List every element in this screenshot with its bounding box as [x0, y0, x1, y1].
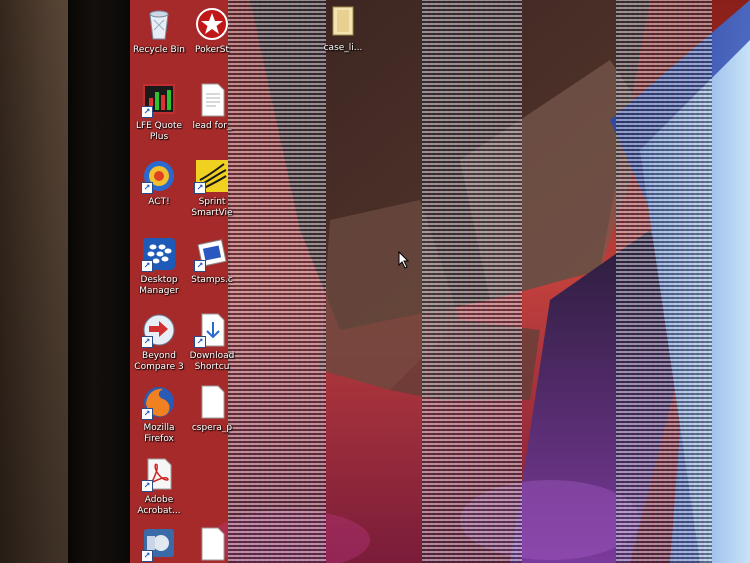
- icon-label-line2: Firefox: [144, 434, 174, 444]
- icon-download-shortcut[interactable]: ↗ Download Shortcu: [179, 312, 245, 373]
- corruption-band-3: [616, 0, 712, 563]
- icon-cspera-file[interactable]: cspera_p: [179, 384, 245, 434]
- blackberry-icon: ↗: [141, 236, 177, 272]
- icon-label-line2: Plus: [149, 132, 169, 142]
- icon-label-line2: Acrobat...: [137, 506, 181, 516]
- chart-app-icon: ↗: [141, 82, 177, 118]
- icon-label: PokerSt: [195, 45, 229, 55]
- folder-icon: [325, 4, 361, 40]
- sprint-icon: ↗: [194, 158, 230, 194]
- icon-blank-file[interactable]: [179, 526, 245, 562]
- shortcut-arrow-icon: ↗: [141, 260, 153, 272]
- icon-label-line2: SmartVie: [191, 208, 233, 218]
- corruption-band-2: [422, 0, 522, 563]
- icon-label: cspera_p: [191, 423, 233, 433]
- pokerstars-icon: [194, 6, 230, 42]
- desktop-screen: Recycle Bin ↗ LFE Quote Plus ↗ ACT! ↗ De…: [130, 0, 750, 563]
- icon-label-line2: Manager: [139, 286, 179, 296]
- shortcut-arrow-icon: ↗: [141, 336, 153, 348]
- photo-of-monitor: Recycle Bin ↗ LFE Quote Plus ↗ ACT! ↗ De…: [0, 0, 750, 563]
- shortcut-arrow-icon: ↗: [141, 106, 153, 118]
- firefox-icon: ↗: [141, 384, 177, 420]
- icon-sprint-smartview[interactable]: ↗ Sprint SmartVie: [179, 158, 245, 219]
- shortcut-arrow-icon: ↗: [141, 182, 153, 194]
- shortcut-arrow-icon: ↗: [194, 182, 206, 194]
- icon-stamps-com[interactable]: ↗ Stamps.c: [179, 236, 245, 286]
- download-icon: ↗: [194, 312, 230, 348]
- document-icon: [194, 82, 230, 118]
- mouse-pointer-icon: [398, 250, 410, 273]
- icon-label-line2: Shortcu: [194, 362, 230, 372]
- shortcut-arrow-icon: ↗: [194, 336, 206, 348]
- document-icon: [194, 384, 230, 420]
- icon-label: Download: [189, 351, 235, 361]
- shortcut-arrow-icon: ↗: [141, 408, 153, 420]
- recycle-bin-icon: [141, 6, 177, 42]
- icon-lead-for[interactable]: lead for_: [179, 82, 245, 132]
- utility-icon: ↗: [141, 526, 177, 562]
- monitor-bezel: [68, 0, 132, 563]
- icon-label: Adobe: [144, 495, 174, 505]
- icon-case-file[interactable]: case_li...: [310, 4, 376, 54]
- stamps-icon: ↗: [194, 236, 230, 272]
- document-icon: [194, 526, 230, 562]
- act-icon: ↗: [141, 158, 177, 194]
- compare-icon: ↗: [141, 312, 177, 348]
- shortcut-arrow-icon: ↗: [141, 480, 153, 492]
- icon-label: case_li...: [323, 43, 363, 53]
- icon-label: lead for_: [192, 121, 232, 131]
- icon-adobe-acrobat[interactable]: ↗ Adobe Acrobat...: [130, 456, 192, 517]
- icon-label: Sprint: [198, 197, 226, 207]
- shortcut-arrow-icon: ↗: [141, 550, 153, 562]
- icon-label: Stamps.c: [191, 275, 233, 285]
- icon-pokerstars[interactable]: PokerSt: [179, 6, 245, 56]
- acrobat-icon: ↗: [141, 456, 177, 492]
- shortcut-arrow-icon: ↗: [194, 260, 206, 272]
